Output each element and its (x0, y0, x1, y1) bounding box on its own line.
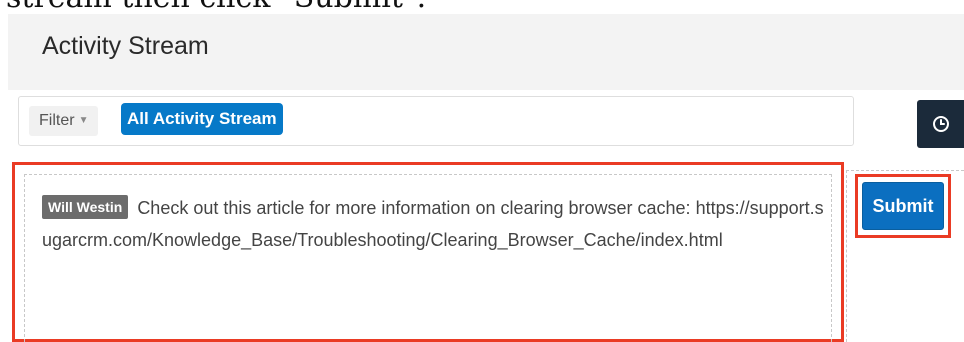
filter-bar[interactable]: Filter ▼ All Activity Stream (18, 96, 854, 146)
filter-label: Filter (39, 112, 75, 129)
timeline-toggle-button[interactable] (917, 100, 964, 148)
page-header: Activity Stream (8, 14, 964, 90)
post-body-text: Check out this article for more informat… (137, 198, 691, 218)
active-filter-pill[interactable]: All Activity Stream (121, 103, 283, 135)
filter-dropdown[interactable]: Filter ▼ (29, 106, 99, 136)
post-input-content[interactable]: Will Westin Check out this article for m… (42, 192, 832, 256)
page-title: Activity Stream (42, 32, 209, 60)
user-mention-tag[interactable]: Will Westin (42, 195, 129, 219)
caret-down-icon: ▼ (78, 115, 89, 126)
submit-button[interactable]: Submit (862, 182, 944, 230)
clock-icon (932, 116, 949, 132)
